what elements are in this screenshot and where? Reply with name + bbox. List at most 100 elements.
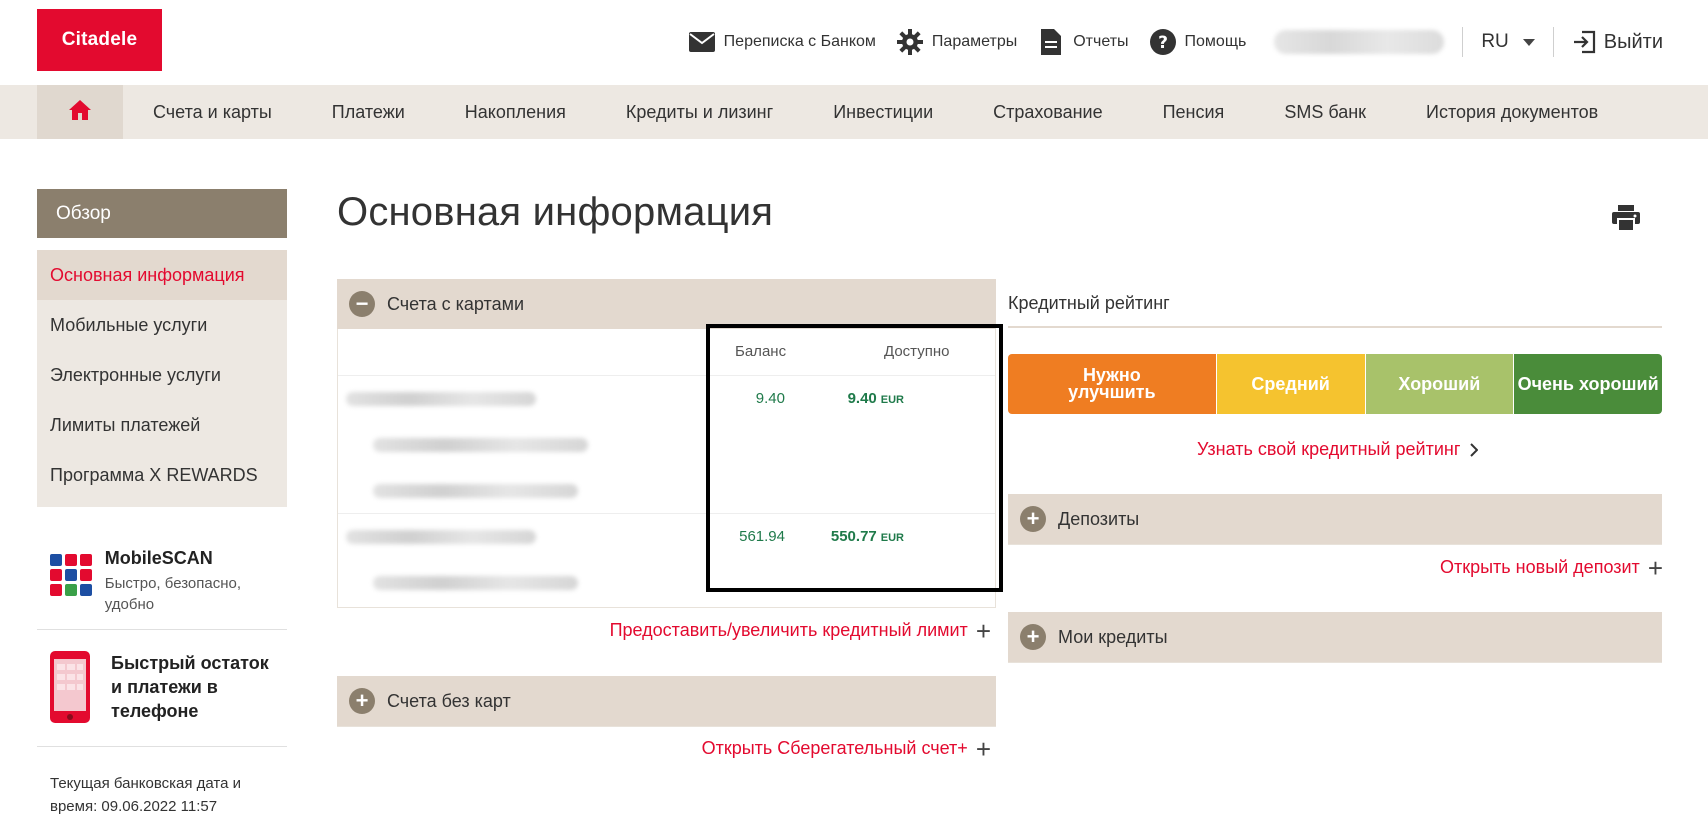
- expand-icon: +: [1020, 624, 1046, 650]
- rating-very-good[interactable]: Очень хороший: [1514, 354, 1662, 414]
- deposits-label: Депозиты: [1058, 508, 1140, 529]
- nav-item-insurance[interactable]: Страхование: [963, 102, 1132, 123]
- deposits-header[interactable]: + Депозиты: [1008, 494, 1662, 544]
- my-loans-label: Мои кредиты: [1058, 626, 1168, 647]
- credit-limit-label: Предоставить/увеличить кредитный лимит: [609, 620, 968, 640]
- user-name-blurred: [1274, 30, 1445, 54]
- nav-item-investments[interactable]: Инвестиции: [803, 102, 963, 123]
- bank-date: Текущая банковская дата и время: 09.06.2…: [50, 775, 241, 815]
- nav-item-accounts[interactable]: Счета и карты: [123, 102, 302, 123]
- nav-item-credits[interactable]: Кредиты и лизинг: [596, 102, 803, 123]
- divider: [1008, 326, 1662, 328]
- available-amount: 550.77: [830, 528, 877, 545]
- logout-button[interactable]: Выйти: [1572, 30, 1663, 54]
- main-nav: Счета и карты Платежи Накопления Кредиты…: [0, 85, 1708, 139]
- quick-balance-title: Быстрый остаток и платежи в телефоне: [111, 653, 269, 721]
- rating-needs-improvement[interactable]: Нужно улучшить: [1008, 354, 1217, 414]
- available-column-header: Доступно: [884, 343, 950, 360]
- table-row-available: 550.77 EUR: [784, 528, 904, 545]
- new-deposit-link[interactable]: Открыть новый депозит +: [1439, 552, 1663, 583]
- nav-item-pension[interactable]: Пенсия: [1133, 102, 1255, 123]
- card-number-blurred[interactable]: [373, 484, 578, 498]
- help-icon: ?: [1149, 28, 1177, 56]
- no-cards-accounts-label: Счета без карт: [387, 690, 511, 711]
- divider: [1552, 27, 1554, 57]
- expand-icon: +: [1020, 506, 1046, 532]
- divider: [1462, 27, 1464, 57]
- plus-icon: +: [975, 733, 991, 764]
- balance-column-header: Баланс: [735, 343, 787, 360]
- phone-icon: [37, 645, 111, 746]
- accounts-table: Баланс Доступно 9.40 9.40 EUR 561.94 550.…: [337, 329, 996, 608]
- account-number-blurred[interactable]: [346, 392, 536, 406]
- top-bar: Переписка с Банком Параметры Отчеты ? По…: [688, 22, 1663, 62]
- reports-label: Отчеты: [1073, 33, 1129, 50]
- savings-account-label: Открыть Сберегательный счет+: [701, 738, 968, 758]
- settings-label: Параметры: [931, 33, 1018, 50]
- envelope-icon: [688, 28, 716, 56]
- chevron-right-icon: [1470, 442, 1479, 457]
- plus-icon: +: [975, 615, 991, 646]
- no-cards-accounts-header[interactable]: + Счета без карт: [337, 676, 996, 726]
- sidebar-item-payment-limits[interactable]: Лимиты платежей: [37, 400, 287, 450]
- home-icon: [68, 99, 92, 126]
- sidebar-item-mobile-services[interactable]: Мобильные услуги: [37, 300, 287, 350]
- nav-item-sms-bank[interactable]: SMS банк: [1254, 102, 1396, 123]
- card-number-blurred[interactable]: [373, 438, 588, 452]
- language-label: RU: [1481, 31, 1509, 52]
- help-label: Помощь: [1184, 33, 1247, 50]
- currency-label: EUR: [880, 532, 904, 544]
- table-row-balance: 9.40: [755, 390, 785, 407]
- table-row-available: 9.40 EUR: [784, 390, 904, 407]
- nav-home[interactable]: [37, 85, 123, 139]
- plus-icon: +: [1647, 552, 1663, 583]
- rating-good[interactable]: Хороший: [1365, 354, 1515, 414]
- nav-item-document-history[interactable]: История документов: [1396, 102, 1628, 123]
- expand-icon: +: [349, 688, 375, 714]
- collapse-icon: −: [349, 291, 375, 317]
- sidebar-item-electronic-services[interactable]: Электронные услуги: [37, 350, 287, 400]
- sidebar-item-main-info[interactable]: Основная информация: [37, 250, 287, 300]
- mobilescan-subtitle: Быстро, безопасно, удобно: [104, 575, 242, 613]
- cards-accounts-label: Счета с картами: [387, 293, 525, 314]
- new-deposit-label: Открыть новый депозит: [1439, 557, 1640, 577]
- available-amount: 9.40: [847, 390, 877, 407]
- citadele-logo[interactable]: Citadele: [37, 9, 162, 71]
- sidebar-header[interactable]: Обзор: [37, 189, 287, 238]
- svg-text:?: ?: [1158, 33, 1168, 53]
- help-link[interactable]: ? Помощь: [1149, 28, 1247, 56]
- mobilescan-icon: [37, 540, 105, 629]
- my-loans-header[interactable]: + Мои кредиты: [1008, 612, 1662, 662]
- logout-icon: [1572, 30, 1596, 54]
- settings-link[interactable]: Параметры: [896, 28, 1017, 56]
- sidebar-menu: Основная информация Мобильные услуги Эле…: [37, 250, 287, 507]
- credit-rating-link-label: Узнать свой кредитный рейтинг: [1197, 439, 1461, 459]
- sidebar-item-x-rewards[interactable]: Программа X REWARDS: [37, 450, 287, 500]
- rating-average[interactable]: Средний: [1216, 354, 1366, 414]
- nav-item-payments[interactable]: Платежи: [302, 102, 435, 123]
- mobilescan-title: MobileSCAN: [104, 548, 213, 568]
- mobilescan-promo[interactable]: MobileSCAN Быстро, безопасно, удобно: [37, 540, 287, 630]
- credit-rating-link[interactable]: Узнать свой кредитный рейтинг: [1197, 439, 1479, 460]
- credit-rating-scale: Нужно улучшить Средний Хороший Очень хор…: [1008, 354, 1662, 414]
- reports-link[interactable]: Отчеты: [1037, 28, 1129, 56]
- language-selector[interactable]: RU: [1481, 31, 1535, 53]
- nav-item-savings[interactable]: Накопления: [435, 102, 596, 123]
- savings-account-link[interactable]: Открыть Сберегательный счет+ +: [701, 733, 991, 764]
- card-number-blurred[interactable]: [373, 576, 578, 590]
- document-icon: [1037, 28, 1065, 56]
- page-title: Основная информация: [337, 190, 774, 234]
- currency-label: EUR: [880, 394, 904, 406]
- credit-rating-title: Кредитный рейтинг: [1008, 293, 1170, 313]
- gear-icon: [896, 28, 924, 56]
- quick-balance-promo[interactable]: Быстрый остаток и платежи в телефоне: [37, 645, 287, 747]
- table-row-balance: 561.94: [739, 528, 785, 545]
- messages-link[interactable]: Переписка с Банком: [688, 28, 876, 56]
- print-icon[interactable]: [1612, 205, 1640, 236]
- credit-limit-link[interactable]: Предоставить/увеличить кредитный лимит +: [609, 615, 991, 646]
- account-number-blurred[interactable]: [346, 530, 536, 544]
- caret-down-icon: [1522, 38, 1535, 46]
- messages-label: Переписка с Банком: [723, 33, 876, 50]
- cards-accounts-header[interactable]: − Счета с картами: [337, 279, 996, 329]
- logout-label: Выйти: [1603, 30, 1663, 53]
